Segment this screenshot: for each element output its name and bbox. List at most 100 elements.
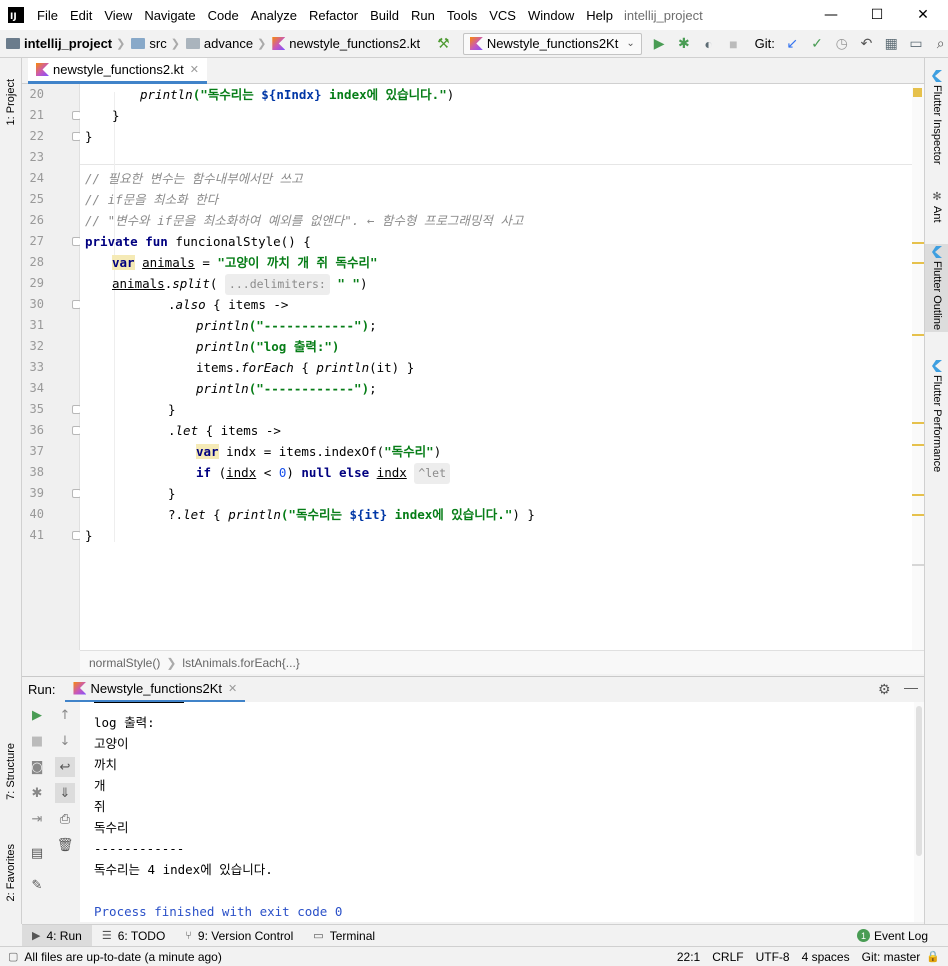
breadcrumb-src[interactable]: src ❯ (131, 36, 180, 51)
menu-code[interactable]: Code (207, 8, 240, 23)
build-hammer-icon[interactable]: ⚒ (436, 35, 451, 52)
warning-mark[interactable] (912, 262, 924, 264)
menu-run[interactable]: Run (410, 8, 436, 23)
intellij-logo-icon[interactable]: IJ (8, 7, 24, 23)
menu-file[interactable]: File (36, 8, 59, 23)
presentation-mode-icon[interactable]: ▭ (909, 35, 924, 52)
tab-todo[interactable]: ☰ 6: TODO (92, 925, 175, 947)
close-button[interactable]: ✕ (900, 0, 946, 30)
run-configuration-select[interactable]: Newstyle_functions2Kt ⌄ (462, 32, 642, 55)
breadcrumb-project-label: intellij_project (24, 36, 113, 51)
ant-tab[interactable]: ✻ Ant (925, 190, 948, 223)
flutter-outline-tab[interactable]: Flutter Outline (925, 244, 948, 333)
stop-icon[interactable]: ■ (29, 733, 45, 749)
tab-newstyle-functions2[interactable]: newstyle_functions2.kt ✕ (28, 58, 208, 84)
trash-icon[interactable]: 🗑 (57, 837, 74, 853)
flutter-inspector-tab[interactable]: Flutter Inspector (925, 70, 948, 164)
line-separator[interactable]: CRLF (712, 950, 743, 964)
tab-terminal[interactable]: ▭ Terminal (303, 925, 385, 947)
breadcrumb-normal-style[interactable]: normalStyle() (89, 656, 160, 670)
search-everywhere-icon[interactable]: ⌕ (933, 35, 948, 52)
code-line-26: // "변수와 if문을 최소화하여 예외를 없앤다". ← 함수형 프로그래밍… (85, 210, 523, 231)
close-tab-icon[interactable]: ✕ (228, 682, 237, 695)
stop-icon[interactable]: ■ (726, 36, 741, 52)
rerun-icon[interactable]: ▶ (29, 707, 45, 723)
status-square-icon[interactable]: ▢ (8, 950, 18, 963)
git-history-icon[interactable]: ◷ (834, 35, 849, 52)
editor-gutter[interactable]: 20 21 22 23 24 25 26 27 28 29 30 31 32 3… (22, 84, 81, 650)
menu-window[interactable]: Window (527, 8, 575, 23)
git-commit-check-icon[interactable]: ✓ (810, 35, 825, 52)
warning-mark[interactable] (912, 242, 924, 244)
breadcrumb-file[interactable]: newstyle_functions2.kt (272, 36, 420, 51)
project-tool-tab[interactable]: 1: Project (0, 62, 22, 142)
breadcrumb-foreach[interactable]: lstAnimals.forEach{...} (182, 656, 299, 670)
camera-dump-icon[interactable]: ◙ (29, 759, 45, 775)
structure-tool-tab[interactable]: 7: Structure (0, 736, 22, 806)
warning-mark[interactable] (912, 334, 924, 336)
breadcrumb-project[interactable]: intellij_project ❯ (6, 36, 125, 51)
favorites-tool-tab[interactable]: 2: Favorites (0, 828, 22, 918)
debug-icon[interactable]: ✱ (29, 785, 45, 801)
status-message[interactable]: All files are up-to-date (a minute ago) (24, 950, 221, 964)
info-mark[interactable] (912, 564, 924, 566)
menu-view[interactable]: View (103, 8, 133, 23)
menu-build[interactable]: Build (369, 8, 400, 23)
lock-icon[interactable]: 🔒 (926, 950, 940, 963)
parameter-hint: ...delimiters: (224, 274, 330, 295)
layout-icon[interactable]: ▤ (29, 845, 45, 861)
menu-tools[interactable]: Tools (446, 8, 478, 23)
code-token: // "변수와 if문을 최소화하여 예외를 없앤다". ← 함수형 프로그래밍… (85, 213, 524, 228)
console-line: 독수리 (94, 820, 129, 835)
scroll-to-end-icon[interactable]: ⇓ (55, 783, 75, 803)
maximize-button[interactable]: ☐ (854, 0, 900, 30)
print-icon[interactable]: ⎙ (57, 811, 73, 827)
file-encoding[interactable]: UTF-8 (756, 950, 790, 964)
warning-mark[interactable] (912, 422, 924, 424)
error-stripe[interactable] (912, 84, 924, 650)
warning-mark[interactable] (912, 444, 924, 446)
console-scrollbar[interactable] (914, 702, 924, 922)
breadcrumb-package[interactable]: advance ❯ (185, 36, 266, 51)
project-structure-icon[interactable]: ▦ (884, 35, 899, 52)
soft-wrap-icon[interactable]: ↩ (55, 757, 75, 777)
run-tab-newstyle[interactable]: Newstyle_functions2Kt ✕ (65, 677, 246, 703)
menu-edit[interactable]: Edit (69, 8, 93, 23)
warning-mark[interactable] (912, 494, 924, 496)
pin-icon[interactable]: ✎ (29, 877, 45, 893)
branch-icon: ⑂ (185, 929, 192, 942)
down-arrow-icon[interactable]: ↓ (57, 733, 73, 749)
exit-icon[interactable]: ⇥ (29, 811, 45, 827)
scrollbar-thumb[interactable] (916, 706, 922, 856)
close-tab-icon[interactable]: ✕ (190, 63, 199, 76)
menu-refactor[interactable]: Refactor (308, 8, 359, 23)
warning-mark[interactable] (912, 514, 924, 516)
git-update-icon[interactable]: ↙ (785, 35, 800, 52)
code-token: private fun (85, 234, 168, 249)
tab-event-log[interactable]: 1 Event Log (847, 925, 938, 947)
tab-run-label: 4: Run (46, 928, 82, 943)
indent-setting[interactable]: 4 spaces (802, 950, 850, 964)
caret-position[interactable]: 22:1 (677, 950, 700, 964)
git-branch[interactable]: Git: master (862, 950, 921, 964)
menu-vcs[interactable]: VCS (488, 8, 517, 23)
menu-navigate[interactable]: Navigate (143, 8, 196, 23)
code-token: let (183, 507, 206, 522)
menu-analyze[interactable]: Analyze (250, 8, 298, 23)
tab-run[interactable]: ▶ 4: Run (22, 924, 92, 947)
console-output[interactable]: log 출력: 고양이 까치 개 쥐 독수리 ------------ 독수리는… (80, 702, 914, 922)
menu-help[interactable]: Help (585, 8, 614, 23)
run-with-coverage-icon[interactable]: ◐ (701, 36, 716, 52)
flutter-performance-tab[interactable]: Flutter Performance (925, 360, 948, 472)
minimize-button[interactable]: — (808, 0, 854, 30)
hide-panel-icon[interactable]: — (904, 679, 918, 695)
code-editor[interactable]: println("독수리는 ${nIndx} index에 있습니다.") } … (80, 84, 912, 650)
git-rollback-icon[interactable]: ↶ (859, 35, 874, 52)
warning-indicator-icon[interactable] (913, 88, 922, 97)
run-icon[interactable]: ▶ (652, 35, 667, 52)
debug-bug-icon[interactable]: ✱ (676, 35, 691, 52)
code-token: . (168, 423, 176, 438)
up-arrow-icon[interactable]: ↑ (57, 707, 73, 723)
gear-icon[interactable]: ⚙ (878, 681, 891, 698)
tab-version-control[interactable]: ⑂ 9: Version Control (175, 925, 303, 947)
